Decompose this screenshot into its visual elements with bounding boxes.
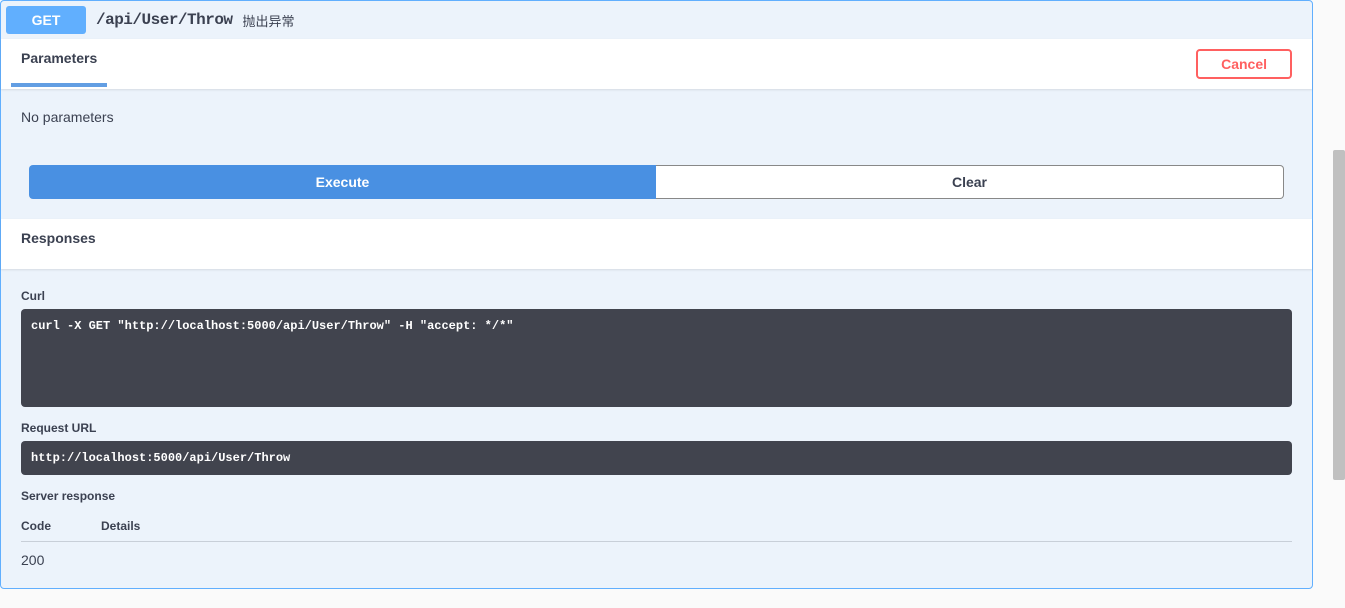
curl-command-box[interactable]: curl -X GET "http://localhost:5000/api/U…: [21, 309, 1292, 407]
endpoint-description: 抛出异常: [243, 11, 295, 30]
tab-parameters-label: Parameters: [21, 50, 97, 66]
clear-button[interactable]: Clear: [656, 165, 1284, 199]
th-code: Code: [21, 519, 101, 533]
execute-button[interactable]: Execute: [29, 165, 656, 199]
parameters-header: Parameters Cancel: [1, 39, 1312, 89]
operation-summary[interactable]: GET /api/User/Throw 抛出异常: [1, 1, 1312, 39]
scrollbar-thumb[interactable]: [1333, 150, 1345, 480]
responses-header: Responses: [1, 219, 1312, 269]
responses-title: Responses: [21, 230, 96, 258]
request-url-box[interactable]: http://localhost:5000/api/User/Throw: [21, 441, 1292, 475]
http-method-badge: GET: [6, 6, 86, 34]
request-url-label: Request URL: [21, 421, 1292, 435]
th-details: Details: [101, 519, 140, 533]
response-table-header: Code Details: [21, 509, 1292, 542]
no-parameters-text: No parameters: [21, 109, 1292, 125]
curl-label: Curl: [21, 289, 1292, 303]
server-response-label: Server response: [21, 489, 1292, 503]
cancel-button[interactable]: Cancel: [1196, 49, 1292, 79]
tab-parameters[interactable]: Parameters: [21, 50, 97, 78]
response-status-code: 200: [21, 542, 1292, 568]
endpoint-path: /api/User/Throw: [86, 11, 243, 29]
